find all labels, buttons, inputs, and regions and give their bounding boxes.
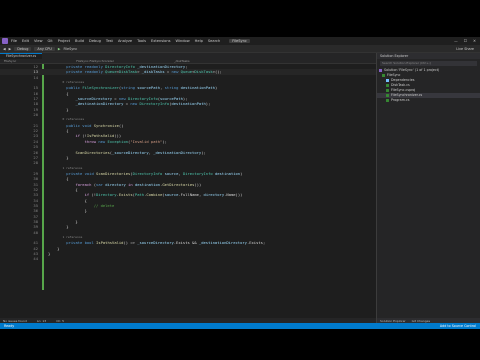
solution-search-input[interactable]: Search Solution Explorer (Ctrl+;) (380, 61, 477, 66)
add-source-control-button[interactable]: Add to Source Control (440, 324, 476, 328)
menu-git[interactable]: Git (48, 39, 53, 43)
cs-icon (386, 84, 389, 87)
menu-help[interactable]: Help (195, 39, 203, 43)
code-lines: 12 private readonly DirectoryInfo _desti… (0, 64, 376, 262)
cs-icon (386, 89, 389, 92)
sln-icon (379, 69, 382, 72)
dep-icon (386, 79, 389, 82)
menu-test[interactable]: Test (106, 39, 113, 43)
menu-edit[interactable]: Edit (22, 39, 29, 43)
cs-icon (386, 94, 389, 97)
letterbox-top (0, 0, 480, 37)
line-number: 44 (33, 256, 38, 262)
cs-icon (386, 99, 389, 102)
minimize-icon[interactable]: — (454, 39, 458, 43)
run-button[interactable]: FileSync (63, 47, 77, 51)
platform-dropdown[interactable]: Any CPU (34, 46, 55, 51)
column-indicator: Ch: 5 (56, 318, 65, 323)
tab-git-changes[interactable]: Git Changes (412, 319, 430, 323)
code-line: 44 (0, 256, 376, 261)
maximize-icon[interactable]: ☐ (464, 39, 467, 43)
tree-item-label: Program.cs (391, 98, 410, 102)
solution-tree: Solution 'FileSync' (1 of 1 project) File… (377, 68, 480, 103)
issues-indicator[interactable]: No issues found (3, 319, 27, 323)
code-area[interactable]: 12 private readonly DirectoryInfo _desti… (0, 64, 376, 318)
back-icon[interactable]: ◀ (3, 47, 6, 51)
window-controls: — ☐ ✕ (454, 39, 476, 43)
code-editor: FileSynchronizer.cs FileSync FileSync.Fi… (0, 53, 376, 318)
solution-explorer-title: Solution Explorer (377, 53, 480, 59)
solution-explorer: Solution Explorer Search Solution Explor… (376, 53, 480, 323)
toolbar: ◀ ▶ Debug Any CPU ▶ FileSync Live Share (0, 45, 480, 53)
nav-type-dropdown[interactable]: FileSync.FileSynchronizer (76, 59, 114, 63)
menu-analyze[interactable]: Analyze (118, 39, 132, 43)
search-box[interactable]: Search (208, 39, 220, 43)
config-dropdown[interactable]: Debug (14, 46, 32, 51)
proj-icon (382, 74, 385, 77)
live-share-button[interactable]: Live Share (456, 47, 474, 51)
visual-studio-logo-icon (2, 38, 8, 44)
menu-debug[interactable]: Debug (89, 39, 101, 43)
tree-item[interactable]: Program.cs (377, 98, 480, 103)
line-indicator: Ln: 13 (36, 318, 47, 323)
menu-project[interactable]: Project (58, 39, 70, 43)
visual-studio-window: File Edit View Git Project Build Debug Test Anal… (0, 37, 480, 329)
nav-member-dropdown[interactable]: _diskTasks (174, 59, 190, 63)
menu-build[interactable]: Build (75, 39, 84, 43)
menu-tools[interactable]: Tools (137, 39, 146, 43)
nav-project-dropdown[interactable]: FileSync (4, 59, 16, 63)
forward-icon[interactable]: ▶ (9, 47, 12, 51)
run-icon[interactable]: ▶ (58, 47, 61, 51)
menu-bar: File Edit View Git Project Build Debug Test Anal… (0, 37, 480, 45)
letterbox-bottom (0, 329, 480, 360)
menu-extensions[interactable]: Extensions (151, 39, 171, 43)
menu-file[interactable]: File (11, 39, 17, 43)
menu-window[interactable]: Window (176, 39, 190, 43)
status-text: Ready (4, 324, 15, 328)
menu-view[interactable]: View (34, 39, 43, 43)
close-icon[interactable]: ✕ (473, 39, 476, 43)
solution-title: FileSync (229, 39, 250, 43)
tab-solution-explorer[interactable]: Solution Explorer (380, 319, 406, 323)
